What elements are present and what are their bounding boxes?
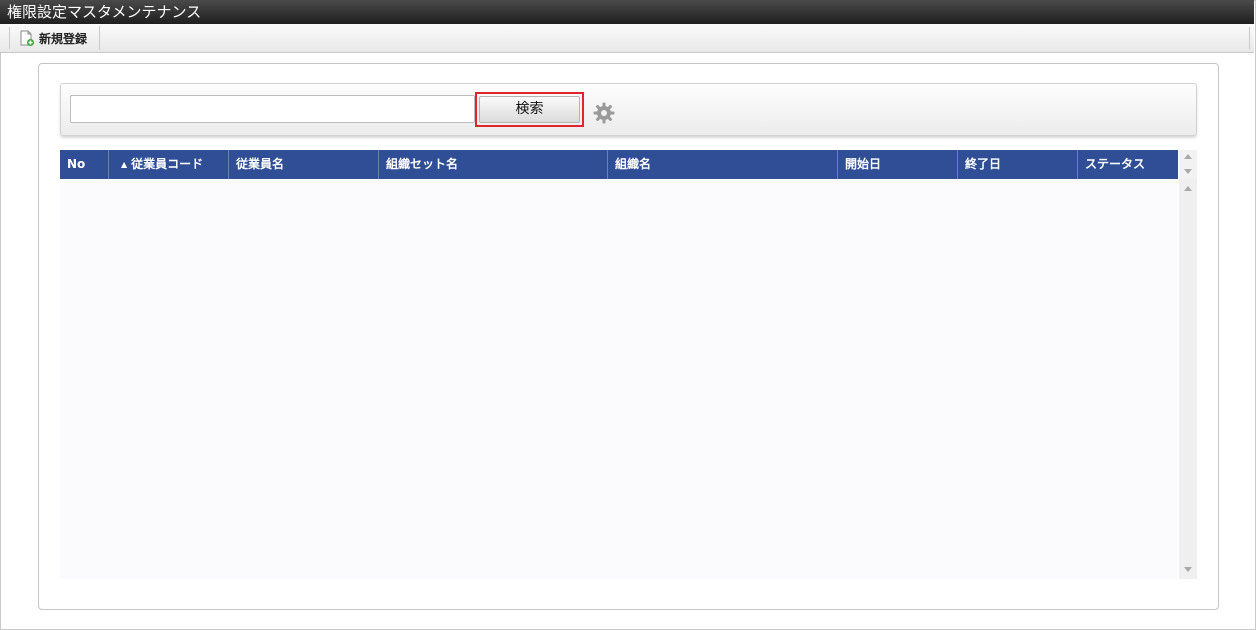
new-document-icon	[20, 30, 34, 46]
scroll-down-arrow-icon[interactable]	[1184, 567, 1192, 572]
column-header-org-set-name[interactable]: 組織セット名	[379, 150, 608, 179]
column-header-start-date[interactable]: 開始日	[838, 150, 958, 179]
column-header-label: 終了日	[965, 157, 1002, 171]
scroll-down-arrow-icon[interactable]	[1184, 169, 1192, 174]
column-header-label: 従業員コード	[131, 157, 204, 171]
column-header-label: No	[67, 157, 86, 171]
column-header-label: 組織名	[615, 157, 652, 171]
new-registration-button[interactable]: 新規登録	[10, 26, 101, 50]
column-header-employee-name[interactable]: 従業員名	[229, 150, 379, 179]
scroll-up-arrow-icon[interactable]	[1184, 154, 1192, 159]
column-header-employee-code[interactable]: ▲ 従業員コード	[109, 150, 229, 179]
grid-header: No ▲ 従業員コード 従業員名 組織セット名 組織名 開始日 終了日 ステータス	[60, 150, 1178, 179]
scroll-up-arrow-icon[interactable]	[1184, 186, 1192, 191]
column-header-no[interactable]: No	[60, 150, 109, 179]
vertical-scrollbar[interactable]	[1179, 179, 1197, 579]
column-header-label: 組織セット名	[386, 157, 459, 171]
column-header-label: 従業員名	[236, 157, 285, 171]
toolbar: 新規登録	[0, 24, 1254, 53]
header-scroll-buttons	[1179, 150, 1197, 179]
toolbar-divider	[1249, 27, 1250, 49]
gear-icon[interactable]	[592, 101, 616, 125]
column-header-label: 開始日	[845, 157, 882, 171]
column-header-label: ステータス	[1085, 157, 1146, 171]
sort-ascending-icon: ▲	[121, 160, 128, 169]
grid-body	[60, 179, 1178, 579]
search-input[interactable]	[70, 95, 475, 123]
search-button[interactable]: 検索	[479, 96, 580, 123]
window-title: 権限設定マスタメンテナンス	[0, 0, 1254, 24]
column-header-status[interactable]: ステータス	[1078, 150, 1178, 179]
new-registration-label: 新規登録	[39, 31, 88, 46]
column-header-end-date[interactable]: 終了日	[958, 150, 1078, 179]
column-header-org-name[interactable]: 組織名	[608, 150, 838, 179]
